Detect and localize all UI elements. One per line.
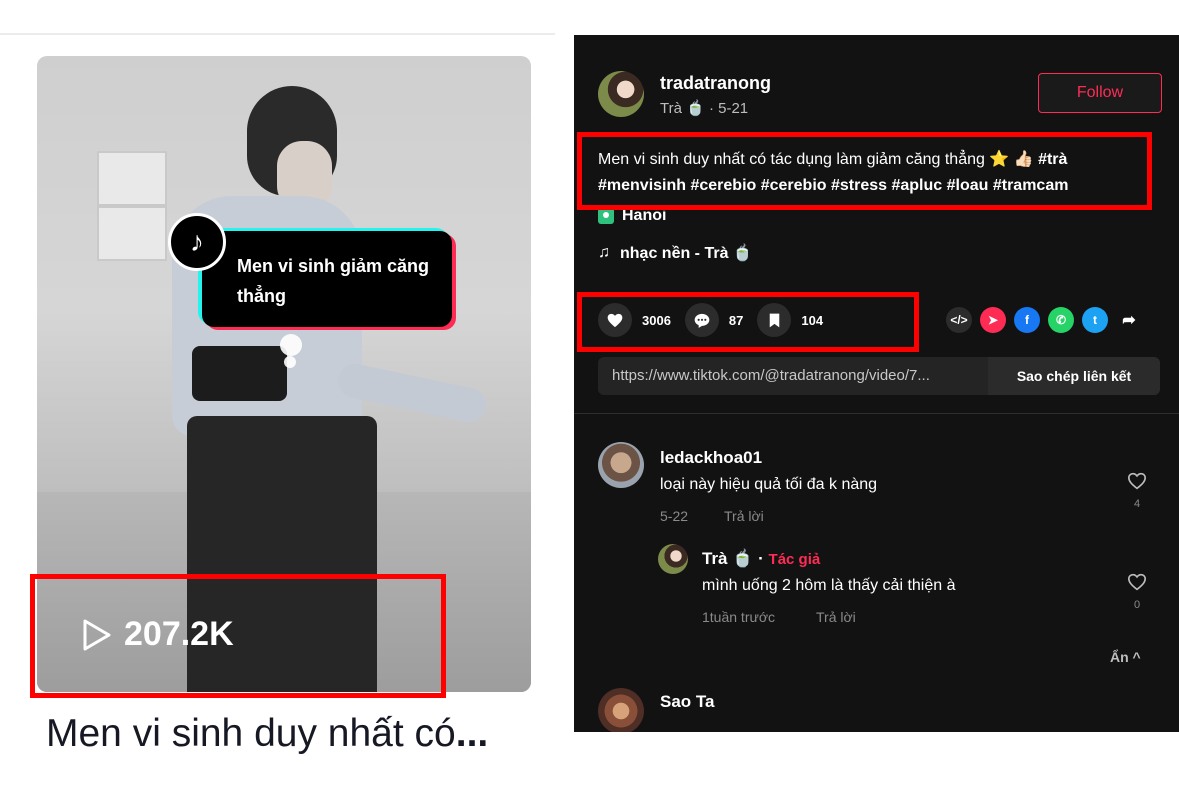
reply-like[interactable]: 0: [1125, 573, 1149, 611]
comment-like[interactable]: 4: [1125, 472, 1149, 510]
commenter-avatar[interactable]: [598, 442, 644, 488]
view-count-value: 207.2K: [124, 615, 234, 653]
like-stat[interactable]: 3006: [598, 303, 671, 337]
send-icon[interactable]: ➤: [980, 307, 1006, 333]
comment-username[interactable]: Sao Ta: [660, 692, 714, 712]
heart-outline-icon: [1127, 573, 1147, 591]
video-detail-panel: tradatranong Trà 🍵 · 5-21 Follow Men vi …: [574, 35, 1179, 732]
music-link[interactable]: ♫ nhạc nền - Trà 🍵: [598, 243, 753, 263]
like-count: 3006: [642, 312, 671, 328]
bookmark-icon: [757, 303, 792, 337]
section-divider: [574, 413, 1179, 414]
handbag: [192, 346, 287, 401]
whatsapp-icon[interactable]: ✆: [1048, 307, 1074, 333]
comment-like-count: 4: [1133, 498, 1141, 510]
description-text: Men vi sinh duy nhất có tác dụng làm giả…: [598, 151, 1039, 168]
bookmark-stat[interactable]: 104: [757, 303, 823, 337]
reply-link[interactable]: Trả lời: [816, 609, 856, 625]
comment-stat[interactable]: 87: [684, 303, 744, 337]
post-description: Men vi sinh duy nhất có tác dụng làm giả…: [598, 147, 1158, 199]
heart-icon: [598, 303, 632, 337]
location-label: Hanoi: [622, 207, 667, 224]
reply-text: mình uống 2 hôm là thấy cải thiện à: [702, 577, 956, 594]
video-title-ellipsis: ...: [455, 712, 489, 755]
wall-shelf: [97, 151, 167, 206]
comment-username[interactable]: ledackhoa01: [660, 448, 762, 468]
video-title-text: Men vi sinh duy nhất có: [46, 712, 456, 755]
video-thumbnail[interactable]: ♪ Men vi sinh giảm căng thẳng: [37, 56, 531, 692]
reply-avatar[interactable]: [658, 544, 688, 574]
video-title[interactable]: Men vi sinh duy nhất có...: [46, 712, 488, 756]
heart-outline-icon: [1127, 472, 1147, 490]
reply-like-count: 0: [1133, 599, 1141, 611]
follow-button[interactable]: Follow: [1038, 73, 1162, 113]
comment-date: 5-22: [660, 508, 689, 524]
separator-dot: ·: [758, 549, 769, 568]
author-username[interactable]: tradatranong: [660, 73, 771, 94]
reply-username[interactable]: Trà 🍵: [702, 549, 753, 568]
music-label: nhạc nền - Trà 🍵: [620, 245, 753, 262]
engagement-stats: 3006 87 104: [598, 303, 823, 337]
overlay-text: Men vi sinh giảm căng thẳng: [237, 256, 430, 306]
comment-text: loại này hiệu quả tối đa k nàng: [660, 476, 878, 493]
facebook-icon[interactable]: f: [1014, 307, 1040, 333]
copy-link-button[interactable]: Sao chép liên kết: [988, 357, 1160, 395]
comment-icon: [684, 303, 719, 337]
bubble-tail: [284, 356, 296, 368]
author-nickname-date: Trà 🍵 · 5-21: [660, 100, 749, 117]
comment-count: 87: [728, 312, 744, 328]
play-outline-icon: [83, 619, 111, 650]
reply-author: Trà 🍵 · Tác giả: [702, 549, 820, 569]
reply-link[interactable]: Trả lời: [724, 508, 764, 524]
location-pin-icon: [598, 208, 614, 224]
share-arrow-icon[interactable]: ➦: [1116, 307, 1142, 333]
video-link[interactable]: https://www.tiktok.com/@tradatranong/vid…: [598, 357, 988, 395]
bubble-tail: [280, 334, 302, 356]
author-badge: Tác giả: [768, 551, 821, 568]
top-divider: [0, 33, 555, 35]
bookmark-count: 104: [801, 312, 824, 328]
hide-replies-button[interactable]: Ẩn ^: [1110, 649, 1141, 665]
location-tag[interactable]: Hanoi: [598, 207, 666, 225]
reply-date: 1tuần trước: [702, 609, 776, 625]
wall-shelf: [97, 206, 167, 261]
tiktok-logo-icon: ♪: [168, 213, 226, 271]
view-count: 207.2K: [82, 615, 234, 654]
twitter-icon[interactable]: t: [1082, 307, 1108, 333]
copy-link-row: https://www.tiktok.com/@tradatranong/vid…: [598, 357, 1160, 395]
author-avatar[interactable]: [598, 71, 644, 117]
embed-icon[interactable]: </>: [946, 307, 972, 333]
commenter-avatar[interactable]: [598, 688, 644, 732]
music-note-icon: ♫: [598, 244, 610, 261]
share-buttons: </> ➤ f ✆ t ➦: [946, 307, 1142, 333]
